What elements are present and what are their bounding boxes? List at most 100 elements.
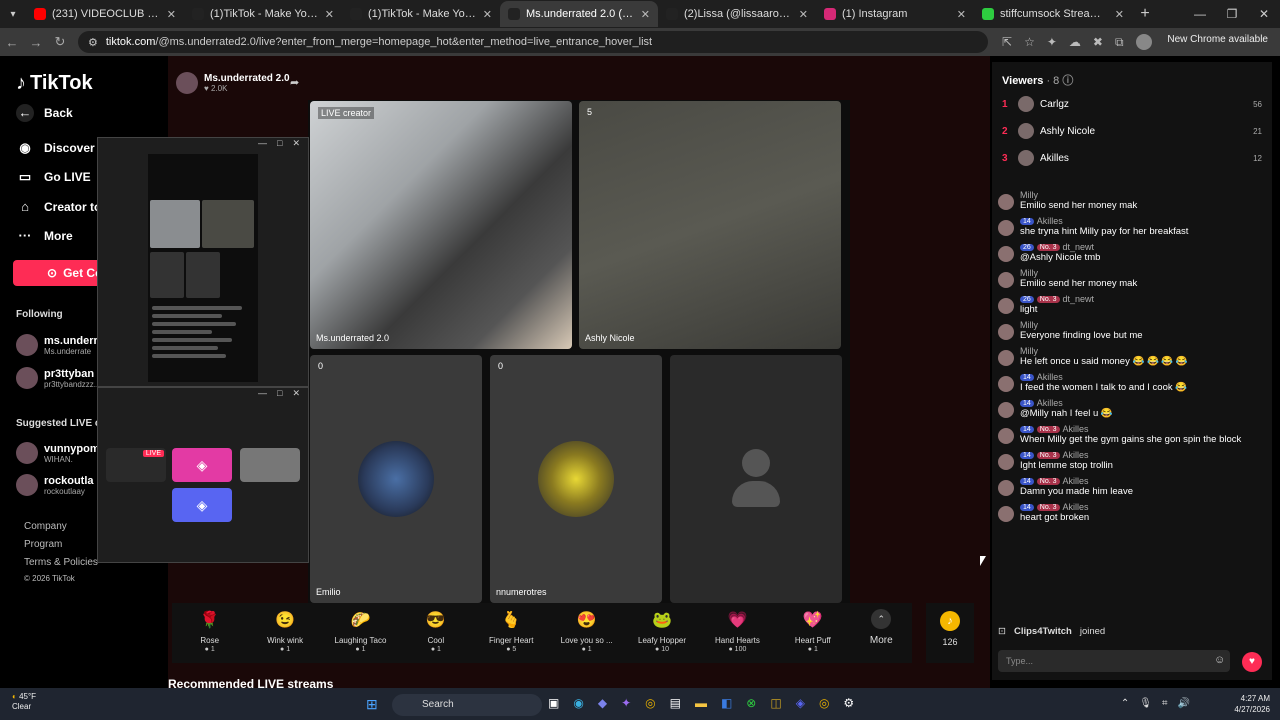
like-heart-button[interactable]: ♥ (1242, 652, 1262, 672)
avatar[interactable] (998, 428, 1014, 444)
discord-icon[interactable]: ◈ (172, 488, 232, 522)
browser-tab[interactable]: Ms.underrated 2.0 (@ms.u ✕ (500, 1, 658, 27)
chat-username[interactable]: Akilles (1063, 502, 1089, 512)
back-arrow-icon[interactable]: ← (0, 35, 24, 50)
viewers-heading[interactable]: Viewers · 8 ⓘ (1002, 72, 1073, 88)
footer-terms[interactable]: Terms & Policies (24, 557, 98, 568)
live-thumbnail[interactable]: LIVE (106, 448, 166, 482)
host-info[interactable]: Ms.underrated 2.0 ♥ 2.0K (176, 72, 290, 94)
guest-cell[interactable]: 0 Emilio (310, 355, 482, 603)
nav-go-live[interactable]: ▭ Go LIVE (16, 169, 91, 185)
footer-company[interactable]: Company (24, 521, 67, 532)
chat-username[interactable]: Akilles (1037, 398, 1063, 408)
browser-tab[interactable]: (231) VIDEOCLUB - ROI Instrum ✕ (26, 1, 184, 27)
tab-close-icon[interactable]: ✕ (641, 8, 650, 21)
profile-avatar[interactable] (1135, 34, 1152, 50)
settings-icon[interactable]: ⚙ (843, 696, 854, 710)
avatar[interactable] (998, 246, 1014, 262)
chat-username[interactable]: Milly (1020, 190, 1038, 200)
share-icon[interactable]: ➦ (290, 76, 299, 89)
chat-username[interactable]: dt_newt (1063, 242, 1095, 252)
avatar[interactable] (998, 506, 1014, 522)
teams-icon[interactable]: ◆ (598, 696, 607, 710)
tiktok-logo[interactable]: ♪ TikTok (16, 72, 93, 95)
task-view-icon[interactable]: ▣ (548, 696, 559, 710)
avatar[interactable] (998, 376, 1014, 392)
tab-close-icon[interactable]: ✕ (483, 8, 492, 21)
avatar[interactable] (998, 220, 1014, 236)
install-icon[interactable]: ⇱ (1002, 35, 1012, 49)
tab-close-icon[interactable]: ✕ (167, 8, 176, 21)
extension-icon[interactable]: ✖ (1093, 35, 1103, 49)
tab-search-icon[interactable]: ▾ (0, 0, 26, 28)
extensions-puzzle-icon[interactable]: ⧉ (1115, 35, 1124, 50)
avatar[interactable] (998, 298, 1014, 314)
new-tab-button[interactable]: + (1132, 5, 1158, 23)
chrome-icon[interactable]: ◎ (645, 696, 655, 710)
chevron-up-icon[interactable]: ⌃ (1121, 698, 1129, 709)
file-explorer-icon[interactable]: ▬ (695, 696, 707, 710)
gift-item[interactable]: 🌮 Laughing Taco ● 1 (323, 603, 398, 663)
nav-creator-tools[interactable]: ⌂ Creator to (16, 199, 101, 214)
reload-icon[interactable]: ↻ (48, 34, 72, 50)
following-account[interactable]: pr3ttyban pr3ttybandzzz... (16, 367, 100, 389)
chrome-icon[interactable]: ◎ (819, 696, 829, 710)
close-icon[interactable]: ✕ (292, 138, 300, 152)
tab-close-icon[interactable]: ✕ (799, 8, 808, 21)
windows-start-icon[interactable]: ⊞ (366, 696, 382, 712)
browser-tab[interactable]: stiffcumsock Stream - Watch Li ✕ (974, 1, 1132, 27)
chat-username[interactable]: dt_newt (1063, 294, 1095, 304)
gift-item[interactable]: 💖 Heart Puff ● 1 (775, 603, 850, 663)
gift-item[interactable]: 😎 Cool ● 1 (398, 603, 473, 663)
close-icon[interactable]: ✕ (292, 388, 300, 402)
tab-close-icon[interactable]: ✕ (1115, 8, 1124, 21)
browser-tab[interactable]: (2)Lissa (@lissaarose_) | TikTok ✕ (658, 1, 816, 27)
tab-close-icon[interactable]: ✕ (325, 8, 334, 21)
viewer-rank-row[interactable]: 2 Ashly Nicole 21 (1002, 123, 1262, 139)
gift-item[interactable]: 🫰 Finger Heart ● 5 (474, 603, 549, 663)
site-info-icon[interactable]: ⚙ (88, 36, 98, 49)
app-icon[interactable]: ◫ (770, 696, 781, 710)
taskbar-search[interactable]: Search (392, 694, 542, 716)
gift-item[interactable]: 😉 Wink wink ● 1 (247, 603, 322, 663)
extension-icon[interactable]: ☁ (1069, 35, 1081, 49)
avatar[interactable] (998, 194, 1014, 210)
volume-icon[interactable]: 🔊 (1178, 698, 1190, 709)
weather-widget[interactable]: ◐ 45°F Clear (12, 692, 36, 712)
xbox-icon[interactable]: ⊗ (746, 696, 756, 710)
avatar-thumbnail[interactable] (240, 448, 300, 482)
guest-cell[interactable]: 0 nnumerotres (490, 355, 662, 603)
new-chrome-available-button[interactable]: New Chrome available (1167, 34, 1268, 45)
restore-icon[interactable]: ❐ (1216, 0, 1248, 28)
suggested-account[interactable]: vunnypom WIHAN. (16, 442, 100, 464)
close-icon[interactable]: ✕ (1248, 0, 1280, 28)
url-field[interactable]: ⚙ tiktok.com /@ms.underrated2.0/live?ent… (78, 31, 988, 53)
avatar[interactable] (998, 350, 1014, 366)
discord-icon[interactable]: ◈ (796, 696, 805, 710)
forward-arrow-icon[interactable]: → (24, 35, 48, 50)
viewer-rank-row[interactable]: 1 Carlgz 56 (1002, 96, 1262, 112)
network-icon[interactable]: ⌗ (1162, 698, 1168, 709)
footer-program[interactable]: Program (24, 539, 62, 550)
chat-username[interactable]: Akilles (1037, 372, 1063, 382)
chat-username[interactable]: Milly (1020, 320, 1038, 330)
copilot-icon[interactable]: ✦ (621, 696, 631, 710)
chat-username[interactable]: Akilles (1063, 424, 1089, 434)
emoji-icon[interactable]: ☺ (1214, 654, 1225, 666)
maximize-icon[interactable]: □ (277, 138, 282, 152)
taskbar-preview-window[interactable]: — □ ✕ LIVE ◈ ◈ (97, 387, 309, 563)
maximize-icon[interactable]: □ (277, 388, 282, 402)
avatar[interactable] (998, 324, 1014, 340)
minimize-icon[interactable]: — (258, 388, 267, 402)
avatar[interactable] (998, 272, 1014, 288)
gift-more-button[interactable]: ⌃ More (851, 603, 913, 663)
minimize-icon[interactable]: — (1184, 0, 1216, 28)
microphone-icon[interactable]: 🎙 (1139, 698, 1152, 709)
avatar[interactable] (998, 402, 1014, 418)
info-icon[interactable]: ⓘ (1062, 75, 1073, 87)
following-account[interactable]: ms.underr Ms.underrate (16, 334, 98, 356)
gift-item[interactable]: 🐸 Leafy Hopper ● 10 (624, 603, 699, 663)
discord-icon[interactable]: ◈ (172, 448, 232, 482)
viewer-rank-row[interactable]: 3 Akilles 12 (1002, 150, 1262, 166)
chat-input[interactable]: Type... (998, 650, 1230, 672)
